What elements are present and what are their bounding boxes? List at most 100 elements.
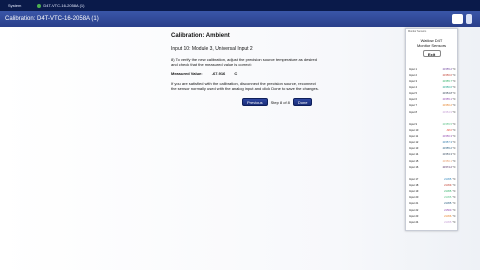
- sensor-unit: °C: [452, 202, 456, 206]
- sensor-label: Input 22: [409, 208, 419, 212]
- sensor-value: 21555.5: [442, 122, 452, 126]
- sensor-unit: °C: [452, 98, 456, 102]
- sensor-value: 21455.: [444, 190, 452, 194]
- monitor-title: Watlow D4T Monitor Sensors: [406, 38, 457, 48]
- sensor-unit: °C: [452, 79, 456, 83]
- sensor-value: 21574.2: [442, 165, 452, 169]
- sensor-label: Input 10: [409, 128, 419, 132]
- sensor-value: 21456.: [444, 214, 452, 218]
- sensor-value: 21560.: [444, 208, 452, 212]
- sensor-unit: °C: [452, 208, 456, 212]
- calibration-heading: Calibration: Ambient: [171, 33, 230, 39]
- sensor-unit: °C: [452, 183, 456, 187]
- sensor-label: Input 14: [409, 153, 419, 157]
- system-bar: System D4T-VTC-16-2058A (1): [0, 0, 480, 11]
- sensor-unit: °C: [452, 196, 456, 200]
- done-instruction: If you are satisfied with the calibratio…: [171, 80, 319, 91]
- sensor-unit: °C: [452, 220, 456, 224]
- sensor-unit: °C: [452, 159, 456, 163]
- sensor-unit: °C: [452, 190, 456, 194]
- sensor-value: 21455.: [444, 177, 452, 181]
- window-action-button[interactable]: [452, 14, 463, 24]
- sensor-label: Input 8: [409, 110, 417, 114]
- monitor-panel-header: Monitor Sensors: [408, 30, 427, 33]
- sensor-label: Input 5: [409, 92, 417, 96]
- exit-button[interactable]: Exit: [422, 50, 441, 58]
- sensor-value: 21556.2: [442, 104, 452, 108]
- step-instruction: 8) To verify the new calibration, adjust…: [171, 56, 318, 67]
- sensor-value: 21455.: [444, 202, 452, 206]
- step-indicator: Step 8 of 8: [270, 99, 290, 105]
- window-scroll-handle[interactable]: [466, 14, 472, 24]
- sensor-value: 21455.: [444, 196, 452, 200]
- sensor-value: 21555.2: [442, 147, 452, 151]
- sensor-label: Input 7: [409, 104, 417, 108]
- sensor-value: 21555.2: [442, 67, 452, 71]
- window-titlebar: Calibration: D4T-VTC-16-2058A (1): [0, 11, 480, 27]
- sensor-list: Input 1 21555.2 °C Input 2 21556.0 °C Input 32…: [409, 66, 457, 225]
- sensor-label: Input 16: [409, 165, 419, 169]
- input-description: Input 10: Module 3, Universal Input 2: [171, 45, 253, 52]
- system-label[interactable]: System: [8, 3, 21, 8]
- sensor-value: -68.0: [446, 128, 452, 132]
- sensor-label: Input 6: [409, 98, 417, 102]
- sensor-value: 21553.3: [442, 153, 452, 157]
- sensor-value: 21556.0: [442, 73, 452, 77]
- sensor-unit: °C: [452, 104, 456, 108]
- measured-label: Measured Value:: [171, 70, 203, 76]
- sensor-label: Input 3: [409, 79, 417, 83]
- system-tab-label: D4T-VTC-16-2058A (1): [43, 3, 85, 8]
- sensor-unit: °C: [452, 67, 456, 71]
- sensor-value: 21557.3: [442, 141, 452, 145]
- sensor-unit: °C: [452, 85, 456, 89]
- sensor-label: Input 24: [409, 220, 419, 224]
- measured-unit: C: [234, 70, 238, 76]
- sensor-label: Input 12: [409, 141, 419, 145]
- sensor-value: 21555.7: [442, 79, 452, 83]
- done-button[interactable]: Done: [292, 98, 313, 106]
- previous-button[interactable]: Previous: [242, 98, 268, 106]
- sensor-label: Input 13: [409, 147, 419, 151]
- sensor-value: 21554.9: [442, 110, 452, 114]
- sensor-unit: °C: [452, 73, 456, 77]
- sensor-unit: °C: [452, 214, 456, 218]
- sensor-value: 21556.3: [442, 134, 452, 138]
- sensor-label: Input 18: [409, 183, 419, 187]
- sensor-row: Input 24 21455. °C: [409, 219, 457, 225]
- sensor-label: Input 2: [409, 73, 417, 77]
- sensor-unit: °C: [452, 141, 456, 145]
- wizard-navigation: Previous Step 8 of 8 Done: [242, 98, 313, 106]
- measured-value: -67.916: [211, 70, 226, 76]
- sensor-unit: °C: [452, 177, 456, 181]
- sensor-unit: °C: [452, 128, 456, 132]
- sensor-label: Input 21: [409, 202, 419, 206]
- status-dot-icon: [37, 3, 42, 8]
- sensor-value: 21455.: [444, 220, 452, 224]
- sensor-value: 21554.8: [442, 92, 452, 96]
- sensor-unit: °C: [452, 92, 456, 96]
- sensor-label: Input 15: [409, 159, 419, 163]
- sensor-label: Input 17: [409, 177, 419, 181]
- sensor-value: 21556.1: [442, 159, 452, 163]
- sensor-label: Input 23: [409, 214, 419, 218]
- window-title: Calibration: D4T-VTC-16-2058A (1): [5, 16, 99, 22]
- sensor-label: Input 11: [409, 134, 419, 138]
- calibration-panel: Calibration: Ambient Input 10: Module 3,…: [171, 33, 321, 96]
- monitor-sensors-panel: Monitor Sensors Watlow D4T Monitor Senso…: [405, 28, 458, 231]
- sensor-label: Input 4: [409, 85, 417, 89]
- sensor-unit: °C: [452, 122, 456, 126]
- monitor-title-line2: Monitor Sensors: [416, 43, 447, 49]
- sensor-value: 21459.: [444, 183, 452, 187]
- sensor-label: Input 19: [409, 190, 419, 194]
- measured-value-line: Measured Value: -67.916 C: [171, 71, 321, 76]
- sensor-value: 21556.6: [442, 85, 452, 89]
- sensor-label: Input 20: [409, 196, 419, 200]
- sensor-unit: °C: [452, 165, 456, 169]
- sensor-label: Input 9: [409, 122, 417, 126]
- sensor-unit: °C: [452, 147, 456, 151]
- system-tab[interactable]: D4T-VTC-16-2058A (1): [37, 3, 84, 8]
- sensor-value: 21555.1: [442, 98, 452, 102]
- sensor-unit: °C: [452, 153, 456, 157]
- sensor-label: Input 1: [409, 67, 417, 71]
- sensor-unit: °C: [452, 134, 456, 138]
